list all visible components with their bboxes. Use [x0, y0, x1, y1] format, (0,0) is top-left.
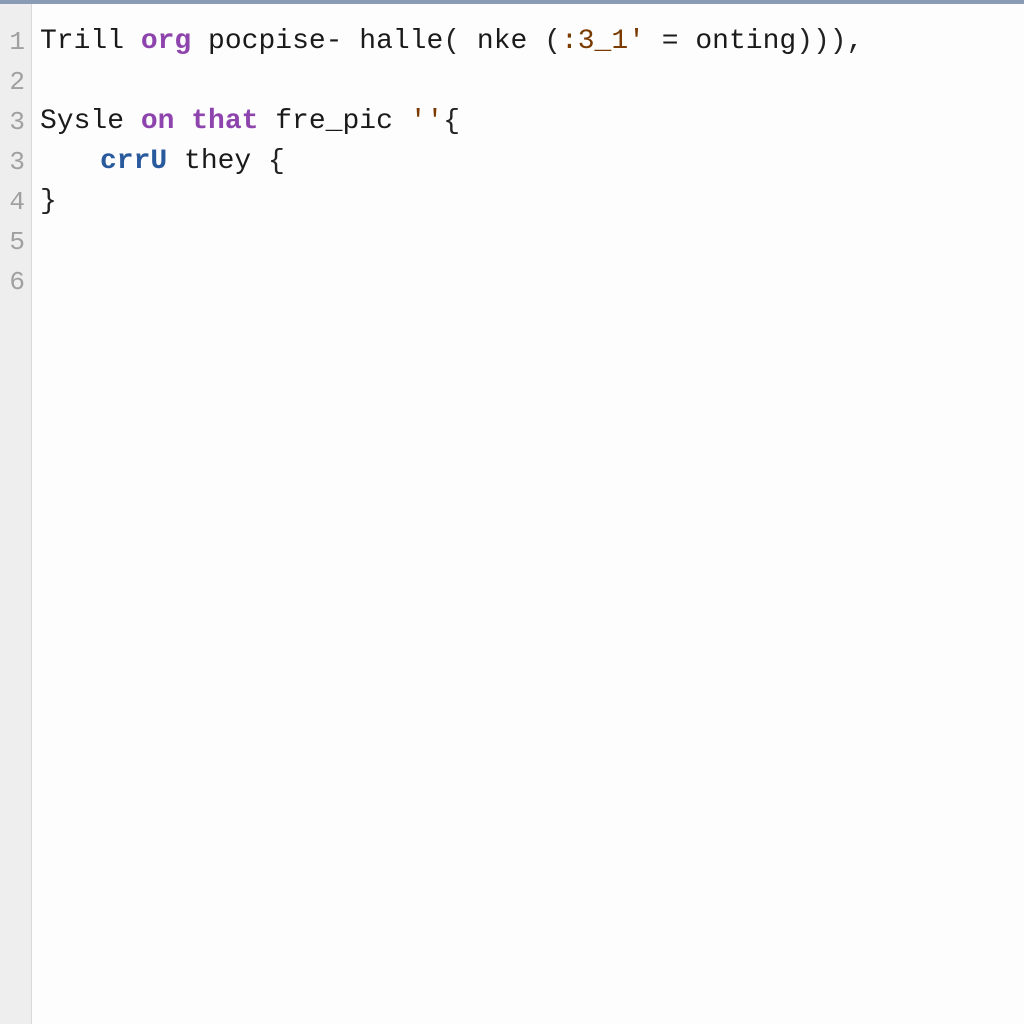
code-editor: 1 2 3 3 4 5 6 Trill org pocpise- halle( …: [0, 0, 1024, 1024]
token-string: :3_1': [561, 26, 645, 57]
line-number: 2: [0, 62, 31, 102]
token-ident: they: [167, 146, 268, 177]
code-line-3: Sysle on that fre_pic ''{: [40, 102, 1024, 142]
token-punct: {: [268, 146, 285, 177]
token-punct: (: [544, 26, 561, 57]
line-number: 3: [0, 102, 31, 142]
code-area[interactable]: Trill org pocpise- halle( nke (:3_1' = o…: [32, 4, 1024, 1024]
code-line-4: crrU they {: [40, 142, 1024, 182]
token-punct: (: [443, 26, 460, 57]
code-line-6: [40, 222, 1024, 262]
line-number: 6: [0, 262, 31, 302]
token-punct: ,: [847, 26, 864, 57]
token-keyword: crrU: [100, 146, 167, 177]
token-ident: fre_pic: [258, 106, 409, 137]
token-ident: = onting: [645, 26, 796, 57]
line-number: 4: [0, 182, 31, 222]
line-number: 1: [0, 22, 31, 62]
token-string: '': [410, 106, 444, 137]
line-number: 5: [0, 222, 31, 262]
token-punct: ))): [796, 26, 846, 57]
code-line-2: [40, 62, 1024, 102]
line-gutter: 1 2 3 3 4 5 6: [0, 4, 32, 1024]
token-keyword: on that: [141, 106, 259, 137]
code-line-7: [40, 262, 1024, 302]
token-ident: pocpise- halle: [191, 26, 443, 57]
token-keyword: org: [141, 26, 191, 57]
line-number: 3: [0, 142, 31, 182]
token-ident: nke: [460, 26, 544, 57]
token-punct: }: [40, 186, 57, 217]
token-ident: Sysle: [40, 106, 141, 137]
token-ident: Trill: [40, 26, 141, 57]
code-line-5: }: [40, 182, 1024, 222]
code-line-1: Trill org pocpise- halle( nke (:3_1' = o…: [40, 22, 1024, 62]
token-punct: {: [443, 106, 460, 137]
